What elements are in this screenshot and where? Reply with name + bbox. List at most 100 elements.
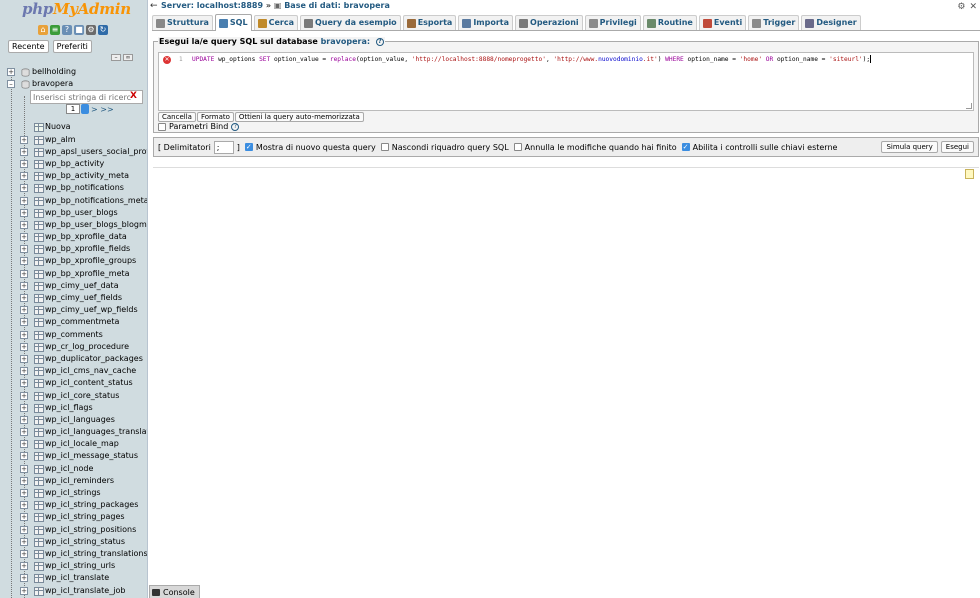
db-name[interactable]: bravopera: [32, 78, 73, 90]
table-name[interactable]: wp_bp_activity_meta: [45, 170, 129, 182]
tab-routine[interactable]: Routine: [642, 15, 697, 30]
recent-button[interactable]: Recente: [8, 40, 49, 53]
expand-icon[interactable]: +: [20, 184, 28, 193]
expand-icon[interactable]: +: [20, 415, 28, 424]
tab-trigger[interactable]: Trigger: [748, 15, 800, 30]
table-icon[interactable]: [34, 184, 44, 194]
table-node[interactable]: + wp_icl_string_pages: [0, 511, 147, 523]
table-icon[interactable]: [34, 306, 44, 316]
expand-icon[interactable]: +: [20, 537, 28, 546]
get-auto-saved-query-button[interactable]: Ottieni la query auto-memorizzata: [234, 112, 364, 122]
table-node[interactable]: + wp_apsl_users_social_profile_details: [0, 146, 147, 158]
table-node[interactable]: + wp_alm: [0, 134, 147, 146]
table-node[interactable]: + wp_comments: [0, 329, 147, 341]
table-icon[interactable]: [34, 354, 44, 364]
expand-icon[interactable]: +: [20, 196, 28, 205]
format-button[interactable]: Formato: [196, 112, 234, 122]
console-label[interactable]: Console: [163, 588, 195, 597]
table-icon[interactable]: [34, 574, 44, 584]
table-icon[interactable]: [34, 452, 44, 462]
table-icon[interactable]: [34, 501, 44, 511]
table-name[interactable]: wp_icl_languages_translations: [45, 426, 147, 438]
expand-icon[interactable]: +: [20, 318, 28, 327]
table-node[interactable]: + wp_icl_node: [0, 463, 147, 475]
tab-sql[interactable]: SQL: [214, 14, 252, 31]
expand-icon[interactable]: +: [20, 586, 28, 595]
table-name[interactable]: wp_alm: [45, 134, 76, 146]
table-node[interactable]: + wp_cimy_uef_data: [0, 280, 147, 292]
table-icon[interactable]: [34, 318, 44, 328]
new-table-node[interactable]: Nuova: [0, 121, 147, 133]
table-node[interactable]: + wp_icl_string_positions: [0, 524, 147, 536]
table-node[interactable]: + wp_icl_translate: [0, 572, 147, 584]
expand-icon[interactable]: +: [20, 489, 28, 497]
db-name[interactable]: bellholding: [32, 66, 76, 78]
expand-icon[interactable]: +: [20, 330, 28, 339]
error-marker-icon[interactable]: ✕: [163, 56, 171, 64]
table-icon[interactable]: [34, 208, 44, 218]
table-name[interactable]: wp_duplicator_packages: [45, 353, 143, 365]
help-icon[interactable]: ?: [231, 122, 240, 131]
tab-importa[interactable]: Importa: [458, 15, 514, 30]
rollback-label[interactable]: Annulla le modifiche quando hai finito: [525, 143, 677, 152]
expand-icon[interactable]: +: [20, 147, 28, 156]
page-select[interactable]: 1: [66, 104, 80, 114]
expand-icon[interactable]: +: [20, 220, 28, 229]
table-name[interactable]: wp_icl_reminders: [45, 475, 114, 487]
fk-checks-label[interactable]: Abilita i controlli sulle chiavi esterne: [693, 143, 838, 152]
table-name[interactable]: wp_icl_string_packages: [45, 499, 138, 511]
table-name[interactable]: wp_commentmeta: [45, 316, 119, 328]
table-node[interactable]: + wp_duplicator_packages: [0, 353, 147, 365]
expand-icon[interactable]: +: [7, 68, 15, 76]
db-node-bravopera[interactable]: – bravopera: [0, 78, 147, 90]
table-icon[interactable]: [34, 342, 44, 352]
table-icon[interactable]: [34, 379, 44, 389]
expand-icon[interactable]: +: [20, 306, 28, 315]
table-icon[interactable]: [34, 330, 44, 340]
home-icon[interactable]: ⌂: [38, 25, 48, 35]
table-node[interactable]: + wp_bp_user_blogs_blogmeta: [0, 219, 147, 231]
table-icon[interactable]: [34, 549, 44, 559]
docs-icon[interactable]: ?: [62, 25, 72, 35]
table-name[interactable]: wp_icl_node: [45, 463, 93, 475]
table-node[interactable]: + wp_bp_xprofile_data: [0, 231, 147, 243]
expand-icon[interactable]: +: [20, 428, 28, 437]
expand-icon[interactable]: +: [20, 476, 28, 485]
tab-privilegi[interactable]: Privilegi: [584, 15, 641, 30]
table-node[interactable]: + wp_cr_log_procedure: [0, 341, 147, 353]
table-icon[interactable]: [34, 196, 44, 206]
settings-icon[interactable]: ⚙: [957, 2, 965, 12]
sql-docs-icon[interactable]: ■: [74, 25, 84, 35]
table-icon[interactable]: [34, 245, 44, 255]
table-name[interactable]: wp_icl_flags: [45, 402, 93, 414]
table-name[interactable]: wp_icl_translate: [45, 572, 109, 584]
expand-icon[interactable]: +: [20, 269, 28, 278]
table-filter-input[interactable]: [31, 91, 131, 103]
table-node[interactable]: + wp_icl_string_status: [0, 536, 147, 548]
clear-filter-icon[interactable]: X: [130, 91, 137, 101]
tab-cerca[interactable]: Cerca: [253, 15, 298, 30]
table-node[interactable]: + wp_bp_user_blogs: [0, 207, 147, 219]
go-button[interactable]: Esegui: [940, 141, 974, 153]
table-node[interactable]: + wp_icl_flags: [0, 402, 147, 414]
table-icon[interactable]: [34, 135, 44, 145]
table-name[interactable]: wp_icl_core_status: [45, 390, 119, 402]
next-page-link[interactable]: > >>: [91, 105, 114, 114]
tab-esporta[interactable]: Esporta: [402, 15, 457, 30]
table-node[interactable]: + wp_icl_languages_translations: [0, 426, 147, 438]
expand-icon[interactable]: +: [20, 135, 28, 144]
table-name[interactable]: wp_bp_notifications_meta: [45, 195, 147, 207]
collapse-all-icon[interactable]: –: [111, 54, 121, 61]
table-node[interactable]: + wp_icl_string_packages: [0, 499, 147, 511]
fk-checks-option[interactable]: Abilita i controlli sulle chiavi esterne: [681, 143, 838, 152]
table-name[interactable]: wp_cimy_uef_wp_fields: [45, 304, 138, 316]
favorites-button[interactable]: Preferiti: [52, 40, 92, 53]
breadcrumb-database[interactable]: Base di dati: bravopera: [284, 1, 390, 10]
resize-grip-icon[interactable]: [966, 103, 972, 109]
table-icon[interactable]: [34, 440, 44, 450]
table-icon[interactable]: [34, 562, 44, 572]
table-node[interactable]: + wp_icl_translate_job: [0, 585, 147, 597]
rollback-option[interactable]: Annulla le modifiche quando hai finito: [513, 143, 677, 152]
table-icon[interactable]: [34, 172, 44, 182]
table-icon[interactable]: [34, 464, 44, 474]
